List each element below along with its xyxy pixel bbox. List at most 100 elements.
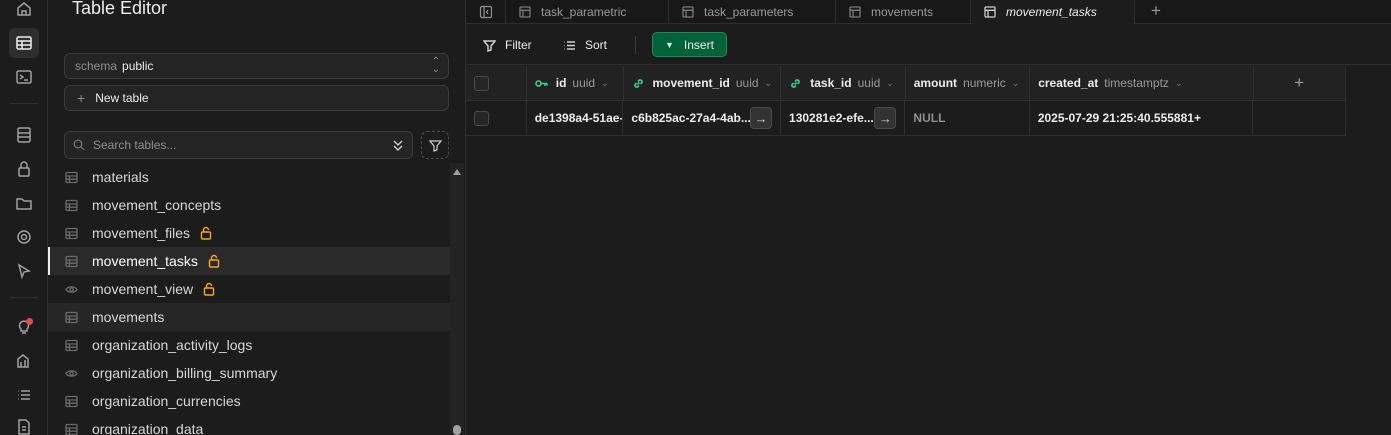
- sidebar-table-item[interactable]: movement_concepts: [48, 191, 450, 219]
- follow-link-arrow-icon[interactable]: →: [750, 107, 773, 129]
- sidebar-table-item[interactable]: movement_tasks: [48, 247, 450, 275]
- tab-movements[interactable]: movements: [837, 0, 971, 24]
- column-header-amount[interactable]: amount numeric ⌄: [906, 66, 1031, 100]
- sort-button[interactable]: Sort: [563, 33, 607, 57]
- advisor-bulb-icon[interactable]: [9, 312, 39, 342]
- table-name: movement_view: [92, 281, 194, 297]
- column-name: task_id: [810, 76, 852, 90]
- sidebar-table-item[interactable]: organization_activity_logs: [48, 331, 450, 359]
- link-icon: [791, 78, 801, 88]
- sidebar-table-item[interactable]: materials: [48, 163, 450, 191]
- tab-task_parametric[interactable]: task_parametric: [507, 0, 669, 24]
- double-chevron-icon[interactable]: [390, 136, 406, 154]
- sidebar-scrollbar[interactable]: [450, 163, 464, 435]
- database-icon[interactable]: [9, 120, 39, 150]
- filter-tables-button[interactable]: [421, 131, 449, 159]
- chevron-down-icon[interactable]: ⌄: [601, 78, 609, 89]
- reports-icon[interactable]: [9, 346, 39, 376]
- sidebar-table-item[interactable]: movement_view: [48, 275, 450, 303]
- realtime-icon[interactable]: [9, 222, 39, 252]
- column-header-movement_id[interactable]: movement_id uuid ⌄: [624, 66, 782, 100]
- table-row[interactable]: de1398a4-51ae-4 c6b825ac-27a4-4ab... → 1302…: [466, 101, 1346, 136]
- docs-icon[interactable]: [9, 412, 39, 435]
- cell-movement_id[interactable]: c6b825ac-27a4-4ab... →: [623, 101, 782, 135]
- new-tab-button[interactable]: +: [1146, 0, 1166, 22]
- notification-dot: [26, 318, 33, 325]
- column-type: numeric: [963, 76, 1006, 90]
- scroll-thumb[interactable]: [453, 425, 461, 435]
- select-all-cell: [466, 66, 527, 100]
- filter-button[interactable]: Filter: [483, 33, 532, 57]
- home-icon[interactable]: [9, 0, 39, 24]
- chevron-down-icon[interactable]: ⌄: [765, 78, 773, 89]
- add-column-button[interactable]: +: [1254, 66, 1346, 100]
- search-icon: [73, 139, 85, 151]
- row-checkbox[interactable]: [474, 110, 489, 126]
- sidebar-table-item[interactable]: organization_billing_summary: [48, 359, 450, 387]
- cell-value: 2025-07-29 21:25:40.555881+: [1037, 111, 1201, 125]
- chevron-down-icon[interactable]: ⌄: [1012, 78, 1020, 89]
- table-name: movement_files: [92, 225, 191, 241]
- column-header-created_at[interactable]: created_at timestamptz ⌄: [1030, 66, 1254, 100]
- column-name: movement_id: [652, 76, 730, 90]
- tab-label: movements: [871, 5, 934, 19]
- search-tables-input[interactable]: Search tables...: [64, 131, 413, 159]
- sidebar-table-item[interactable]: movements: [48, 303, 450, 331]
- sql-editor-icon[interactable]: [9, 62, 39, 92]
- table-icon: [682, 6, 694, 18]
- toggle-sidebar-button[interactable]: [466, 0, 506, 24]
- tab-bar: task_parametric task_parameters movements m…: [466, 0, 1391, 24]
- table-editor-icon[interactable]: [9, 28, 39, 58]
- insert-button[interactable]: ▼ Insert: [652, 32, 727, 57]
- table-name: movements: [92, 309, 165, 325]
- column-name: id: [555, 76, 567, 90]
- cell-id[interactable]: de1398a4-51ae-4: [527, 101, 624, 135]
- cell-created_at[interactable]: 2025-07-29 21:25:40.555881+: [1030, 101, 1253, 135]
- table-icon: [65, 395, 78, 407]
- scroll-up-arrow[interactable]: [453, 169, 461, 175]
- sidebar-table-item[interactable]: movement_files: [48, 219, 450, 247]
- cell-task_id[interactable]: 130281e2-efe... →: [781, 101, 906, 135]
- table-icon: [65, 311, 78, 323]
- cursor-icon[interactable]: [9, 256, 39, 286]
- sidebar-table-item[interactable]: organization_currencies: [48, 387, 450, 415]
- follow-link-arrow-icon[interactable]: →: [874, 107, 897, 129]
- table-icon: [65, 199, 78, 211]
- sort-label: Sort: [585, 38, 608, 52]
- filter-icon: [428, 139, 442, 152]
- sidebar-toggle-icon: [479, 5, 492, 19]
- unrestricted-lock-icon[interactable]: [208, 254, 220, 268]
- tab-movement_tasks[interactable]: movement_tasks: [972, 0, 1135, 24]
- row-filler: [1253, 101, 1346, 135]
- table-name: movement_tasks: [92, 253, 198, 269]
- sidebar-table-item[interactable]: organization_data: [48, 415, 450, 435]
- column-header-id[interactable]: id uuid ⌄: [527, 66, 624, 100]
- table-name: movement_concepts: [92, 197, 222, 213]
- filter-label: Filter: [505, 38, 532, 52]
- auth-lock-icon[interactable]: [9, 154, 39, 184]
- chevron-down-icon[interactable]: ⌄: [1175, 78, 1183, 89]
- tab-task_parameters[interactable]: task_parameters: [670, 0, 836, 24]
- table-icon: [65, 255, 78, 267]
- grid-header-row: id uuid ⌄ movement_id uuid ⌄ task_id uuid ⌄ amoun…: [466, 66, 1346, 101]
- new-table-button[interactable]: + New table: [64, 85, 449, 111]
- cell-value: de1398a4-51ae-4: [534, 111, 624, 125]
- chevron-down-icon[interactable]: ⌄: [886, 78, 894, 89]
- logs-list-icon[interactable]: [9, 380, 39, 410]
- column-header-task_id[interactable]: task_id uuid ⌄: [781, 66, 906, 100]
- unrestricted-lock-icon[interactable]: [203, 282, 215, 296]
- storage-folder-icon[interactable]: [9, 188, 39, 218]
- grid-toolbar: Filter Sort ▼ Insert: [466, 25, 1391, 65]
- main-area: task_parametric task_parameters movements m…: [466, 0, 1391, 435]
- new-table-label: New table: [95, 91, 149, 105]
- table-name: organization_billing_summary: [92, 365, 278, 381]
- tab-label: task_parametric: [541, 5, 627, 19]
- insert-label: Insert: [683, 37, 714, 52]
- cell-amount[interactable]: NULL: [905, 101, 1030, 135]
- cell-value: 130281e2-efe...: [789, 111, 874, 125]
- chevron-down-icon: ▼: [665, 39, 674, 50]
- unrestricted-lock-icon[interactable]: [200, 226, 212, 240]
- select-all-checkbox[interactable]: [474, 75, 489, 91]
- chevron-updown-icon: ⌃ ⌄: [431, 56, 440, 75]
- schema-selector[interactable]: schema public ⌃ ⌄: [64, 53, 449, 79]
